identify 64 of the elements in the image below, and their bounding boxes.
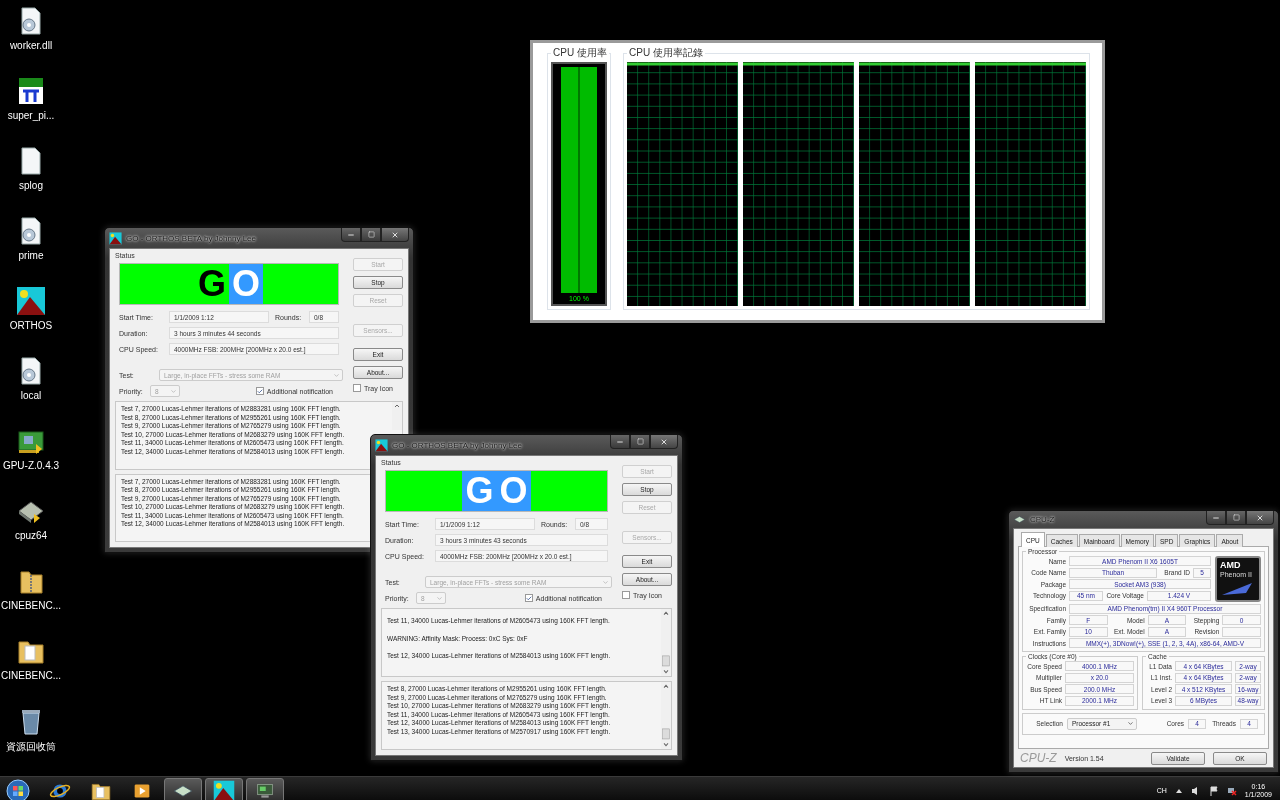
- taskbar-button[interactable]: [164, 777, 202, 800]
- window-title: GO - ORTHOS BETA by Johnny Lee: [126, 233, 257, 243]
- close-button[interactable]: [381, 228, 409, 242]
- window-title: CPU-Z: [1030, 515, 1056, 524]
- logo-brand: AMD: [1220, 560, 1241, 570]
- taskbar-button[interactable]: [246, 777, 284, 800]
- caret-icon: [436, 594, 443, 602]
- status-letter: G: [462, 471, 497, 511]
- flag-icon[interactable]: [1208, 785, 1219, 796]
- icon-label: CINEBENC...: [1, 670, 61, 681]
- checkbox[interactable]: [524, 594, 533, 602]
- caret-icon: [1127, 720, 1134, 727]
- status-letter: O: [229, 264, 263, 304]
- scrollbar[interactable]: [661, 682, 671, 749]
- minimize-button[interactable]: [610, 435, 630, 449]
- status-letter: G: [197, 264, 227, 304]
- maximize-button[interactable]: [630, 435, 650, 449]
- empty-field: [1222, 626, 1261, 637]
- icon-label: prime: [18, 250, 44, 261]
- maximize-button[interactable]: [361, 228, 381, 242]
- maximize-icon: [636, 438, 644, 445]
- icon-label: GPU-Z.0.4.3: [2, 460, 60, 471]
- start-button[interactable]: [4, 777, 32, 800]
- network-icon[interactable]: [1226, 785, 1237, 796]
- close-icon: [1256, 513, 1264, 522]
- icon-label: worker.dll: [9, 40, 53, 51]
- check-icon: [256, 387, 263, 395]
- caret-icon: [333, 371, 340, 379]
- caret-icon: [602, 578, 609, 586]
- window-title: GO - ORTHOS BETA by Johnny Lee: [392, 440, 523, 450]
- close-button[interactable]: [1246, 511, 1274, 525]
- group-title: CPU 使用率記錄: [628, 46, 704, 60]
- icon-label: CINEBENC...: [1, 600, 61, 611]
- icon-label: splog: [19, 180, 43, 191]
- icon-label: ORTHOS: [9, 320, 53, 331]
- checkbox[interactable]: [353, 384, 361, 392]
- status-letter: O: [496, 471, 531, 511]
- minimize-button[interactable]: [341, 228, 361, 242]
- cpuz-logo: CPU-Z: [1020, 751, 1057, 765]
- windows-logo-icon: [6, 778, 30, 800]
- icon-label: 資源回收筒: [6, 740, 56, 754]
- close-icon: [660, 437, 668, 446]
- maximize-icon: [367, 231, 375, 238]
- program-icon[interactable]: [16, 76, 46, 106]
- icon-label: super_pi...: [7, 110, 55, 121]
- icon-label: cpuz64: [14, 530, 48, 541]
- app-icon[interactable]: [109, 231, 122, 245]
- close-icon: [391, 230, 399, 239]
- close-button[interactable]: [650, 435, 678, 449]
- group-title: CPU 使用率: [552, 46, 608, 60]
- app-icon[interactable]: [1013, 513, 1026, 526]
- minimize-button[interactable]: [1206, 511, 1226, 525]
- mountain-icon[interactable]: [16, 286, 46, 316]
- checkbox[interactable]: [622, 591, 630, 599]
- taskbar-button[interactable]: [205, 777, 243, 800]
- scrollbar[interactable]: [661, 609, 671, 676]
- mountain-icon[interactable]: [213, 779, 235, 800]
- maximize-icon: [1232, 514, 1240, 521]
- app-icon[interactable]: [375, 438, 388, 452]
- check-icon: [525, 594, 532, 602]
- caret-icon: [170, 387, 177, 395]
- icon-label: local: [20, 390, 42, 401]
- maximize-button[interactable]: [1226, 511, 1246, 525]
- checkbox[interactable]: [255, 387, 264, 395]
